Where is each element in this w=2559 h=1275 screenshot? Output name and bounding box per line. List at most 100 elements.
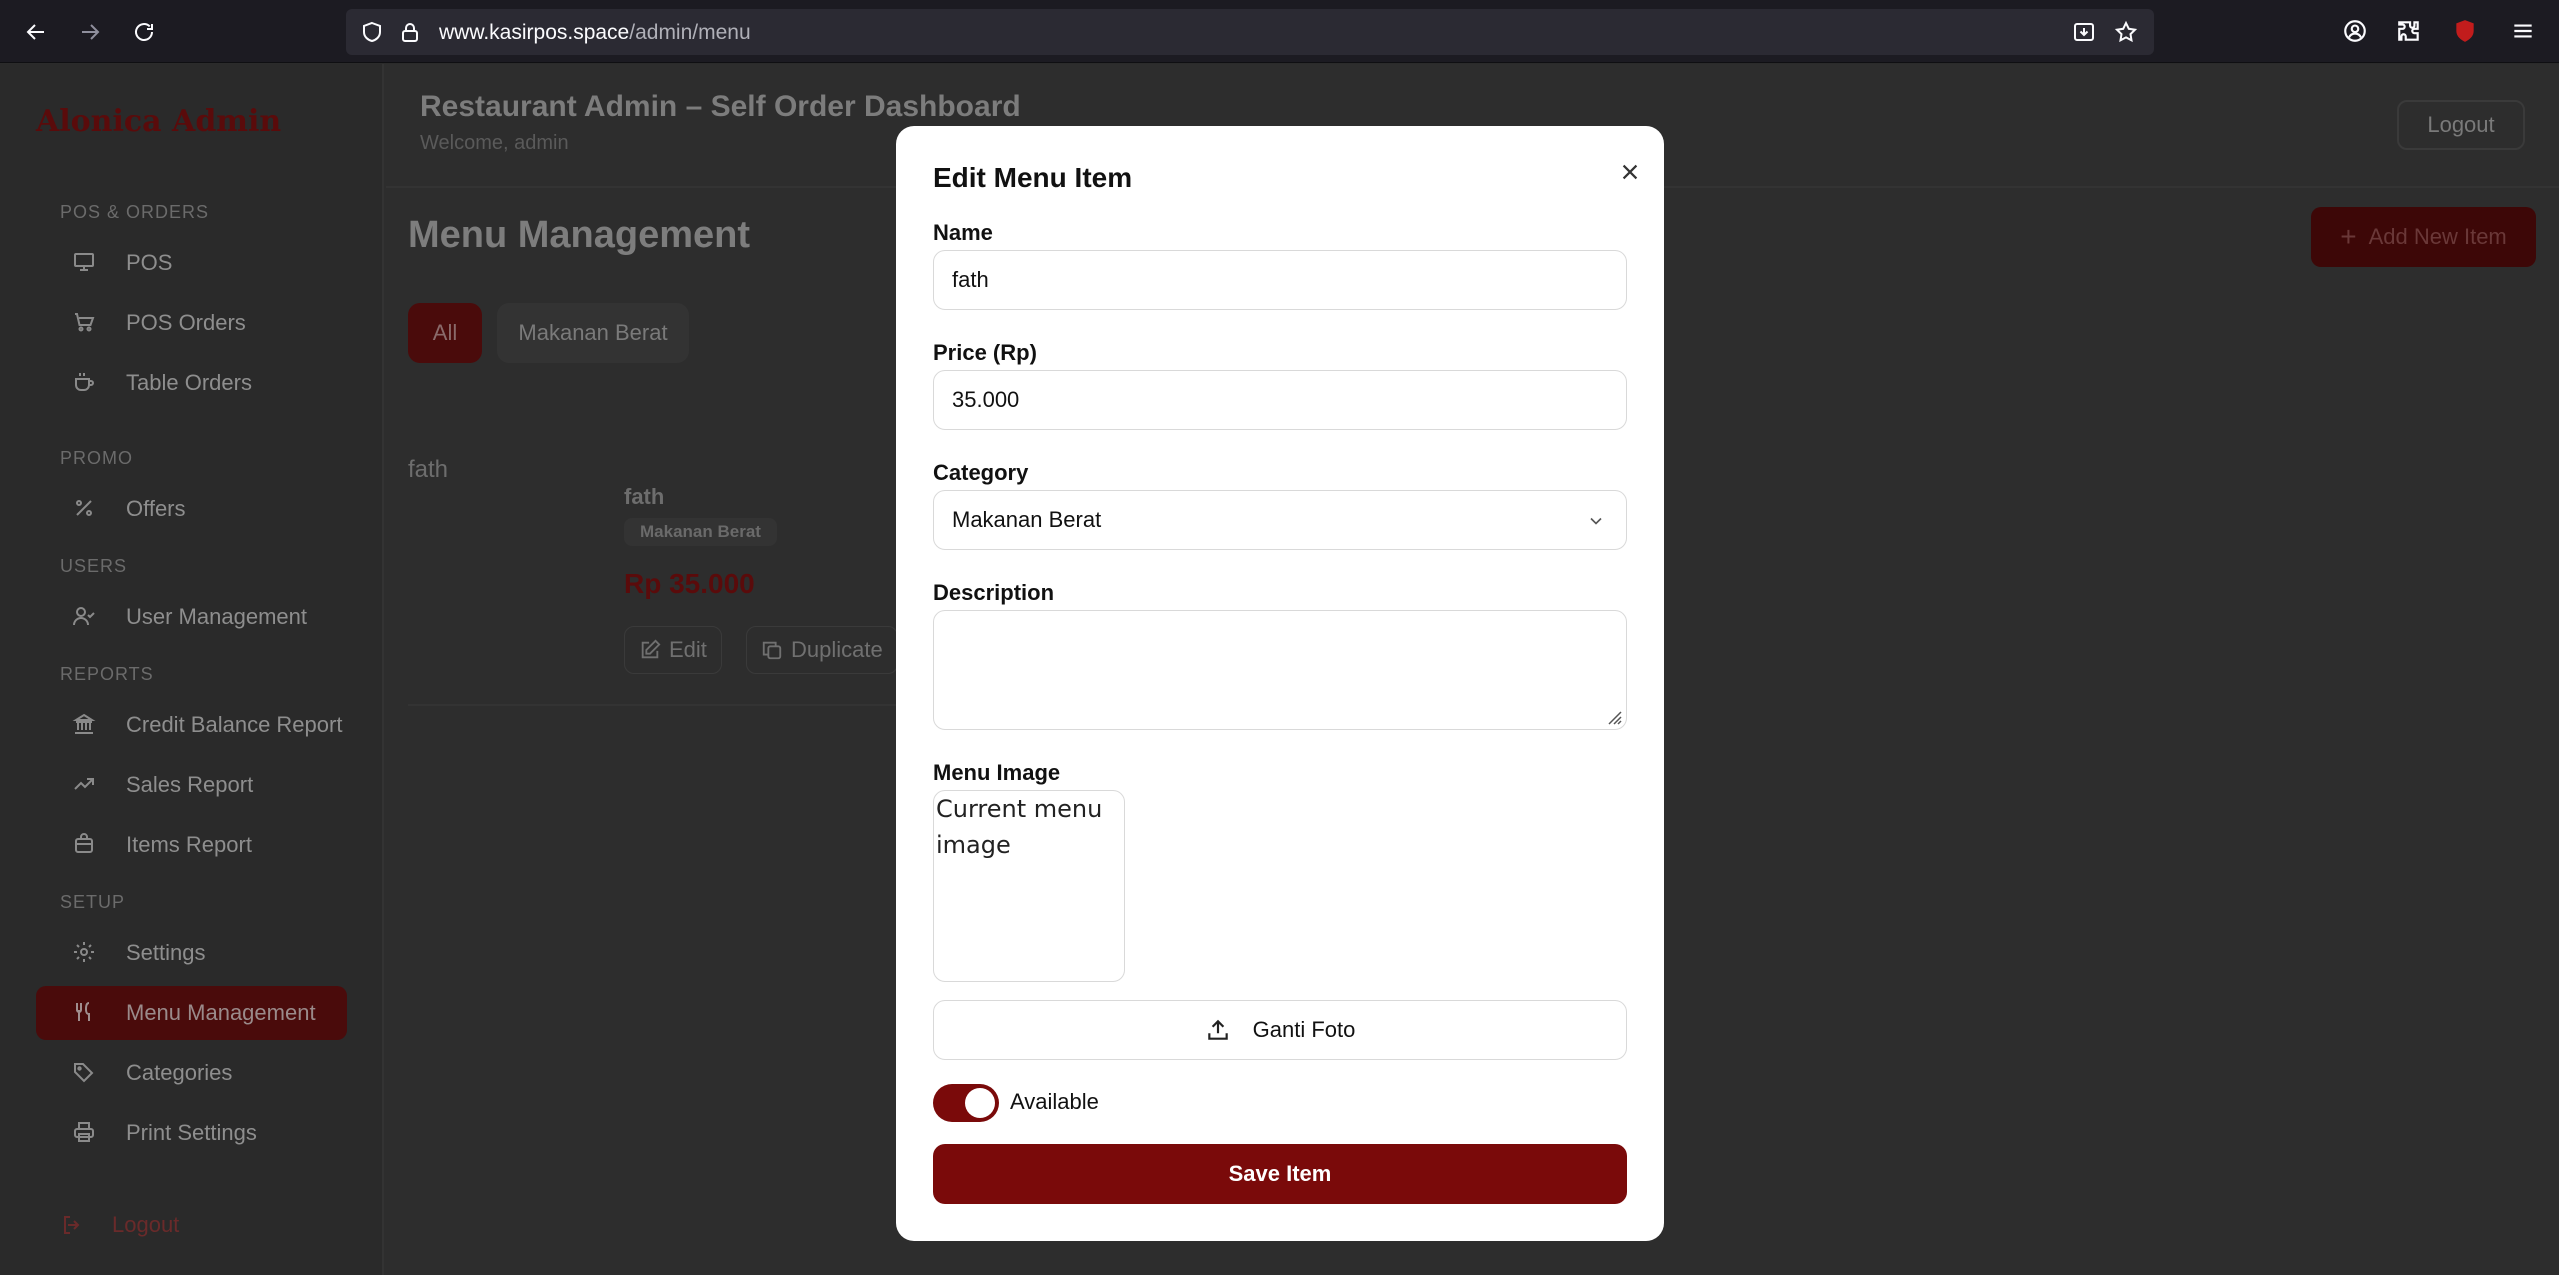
sidebar-logout-label: Logout [112, 1212, 180, 1237]
sidebar-item-offers[interactable]: Offers [36, 482, 347, 536]
filter-chip-all[interactable]: All [408, 303, 482, 363]
change-photo-button[interactable]: Ganti Foto [933, 1000, 1627, 1060]
extensions-icon[interactable] [2396, 18, 2424, 46]
menu-card-price: Rp 35.000 [624, 568, 755, 599]
welcome-text: Welcome, admin [420, 132, 569, 154]
edit-icon [641, 639, 661, 659]
url-path: /admin/menu [629, 21, 751, 44]
category-select[interactable]: Makanan Berat [933, 490, 1627, 550]
description-textarea[interactable] [933, 610, 1627, 730]
menu-card-image: fath [408, 456, 449, 483]
section-label-pos-orders: POS & ORDERS [60, 202, 210, 222]
change-photo-label: Ganti Foto [1252, 1017, 1356, 1042]
sidebar-item-label: Menu Management [126, 1000, 316, 1025]
sidebar-logout-button[interactable]: Logout [60, 1212, 179, 1238]
sidebar-item-label: Offers [126, 496, 186, 521]
bank-icon [72, 712, 98, 738]
page-header-title: Restaurant Admin – Self Order Dashboard [420, 90, 1021, 123]
sidebar-item-pos-orders[interactable]: POS Orders [36, 296, 347, 350]
card-divider [408, 704, 908, 706]
trending-up-icon [72, 772, 98, 798]
gear-icon [72, 940, 98, 966]
available-toggle[interactable] [933, 1084, 999, 1122]
plus-icon: + [2340, 221, 2357, 252]
sidebar: Alonica Admin POS & ORDERS POS POS Order… [0, 64, 384, 1275]
sidebar-item-label: Settings [126, 940, 206, 965]
sidebar-item-label: Credit Balance Report [126, 712, 343, 737]
sidebar-item-menu-management[interactable]: Menu Management [36, 986, 347, 1040]
forward-icon[interactable] [72, 14, 108, 50]
sidebar-item-table-orders[interactable]: Table Orders [36, 356, 347, 410]
category-selected-value: Makanan Berat [952, 507, 1102, 532]
duplicate-button[interactable]: Duplicate [746, 626, 898, 674]
category-label: Category [933, 460, 1029, 485]
sidebar-item-print-settings[interactable]: Print Settings [36, 1106, 347, 1160]
section-label-setup: SETUP [60, 892, 126, 912]
back-icon[interactable] [18, 14, 54, 50]
sidebar-item-label: Print Settings [126, 1120, 257, 1145]
edit-menu-item-modal: Edit Menu Item Name fath Price (Rp) 35.0… [896, 126, 1664, 1241]
sidebar-item-settings[interactable]: Settings [36, 926, 347, 980]
name-input[interactable]: fath [933, 250, 1627, 310]
logout-icon [64, 1216, 80, 1234]
close-button[interactable] [1614, 156, 1646, 188]
menu-image-preview: Current menu image [933, 790, 1125, 982]
monitor-icon [72, 250, 98, 276]
upload-icon [1207, 1019, 1228, 1040]
section-label-reports: REPORTS [60, 664, 154, 684]
price-label: Price (Rp) [933, 340, 1037, 365]
sidebar-item-label: Sales Report [126, 772, 254, 797]
chevron-down-icon [1590, 517, 1602, 525]
shield-icon[interactable] [360, 20, 384, 44]
menu-card-category-badge: Makanan Berat [624, 518, 777, 546]
name-label: Name [933, 220, 993, 245]
account-icon[interactable] [2342, 18, 2370, 46]
bookmark-star-icon[interactable] [2114, 20, 2138, 44]
save-item-button[interactable]: Save Item [933, 1144, 1627, 1204]
duplicate-label: Duplicate [791, 637, 883, 662]
sidebar-item-label: POS Orders [126, 310, 246, 335]
resize-handle-icon[interactable] [1604, 707, 1622, 725]
url-host: www.kasirpos.space [439, 21, 630, 44]
user-check-icon [72, 604, 98, 630]
menu-image-label: Menu Image [933, 760, 1061, 785]
sidebar-item-label: Table Orders [126, 370, 252, 395]
menu-card: fath fath Makanan Berat Rp 35.000 Edit D… [408, 456, 908, 696]
sidebar-item-sales-report[interactable]: Sales Report [36, 758, 347, 812]
cart-icon [72, 310, 98, 336]
available-label: Available [1010, 1089, 1099, 1114]
sidebar-item-items-report[interactable]: Items Report [36, 818, 347, 872]
sidebar-item-label: User Management [126, 604, 307, 629]
url-text[interactable]: www.kasirpos.space/admin/menu [439, 21, 751, 45]
browser-toolbar: www.kasirpos.space/admin/menu [0, 0, 2559, 63]
modal-title: Edit Menu Item [933, 162, 1133, 193]
filter-chip-makanan-berat[interactable]: Makanan Berat [497, 303, 689, 363]
ublock-icon[interactable] [2452, 18, 2480, 46]
address-bar[interactable]: www.kasirpos.space/admin/menu [346, 9, 2154, 55]
menu-icon[interactable] [2510, 18, 2538, 46]
sidebar-item-credit-balance-report[interactable]: Credit Balance Report [36, 698, 347, 752]
page-title: Menu Management [408, 214, 751, 256]
save-to-pocket-icon[interactable] [2072, 20, 2096, 44]
price-input[interactable]: 35.000 [933, 370, 1627, 430]
edit-label: Edit [669, 637, 707, 662]
tags-icon [72, 1060, 98, 1086]
edit-button[interactable]: Edit [624, 626, 722, 674]
description-label: Description [933, 580, 1055, 605]
package-icon [72, 832, 98, 858]
sidebar-item-user-management[interactable]: User Management [36, 590, 347, 644]
lock-icon[interactable] [398, 20, 422, 44]
sidebar-item-label: Categories [126, 1060, 233, 1085]
sidebar-item-pos[interactable]: POS [36, 236, 347, 290]
add-new-item-button[interactable]: + Add New Item [2311, 207, 2536, 267]
add-new-item-label: Add New Item [2368, 224, 2507, 249]
printer-icon [72, 1120, 98, 1146]
sidebar-item-label: POS [126, 250, 173, 275]
percent-icon [72, 496, 98, 522]
menu-card-name: fath [624, 484, 665, 509]
reload-icon[interactable] [126, 14, 162, 50]
header-logout-button[interactable]: Logout [2397, 100, 2525, 150]
sidebar-item-categories[interactable]: Categories [36, 1046, 347, 1100]
toggle-knob [965, 1088, 995, 1118]
sidebar-item-label: Items Report [126, 832, 252, 857]
